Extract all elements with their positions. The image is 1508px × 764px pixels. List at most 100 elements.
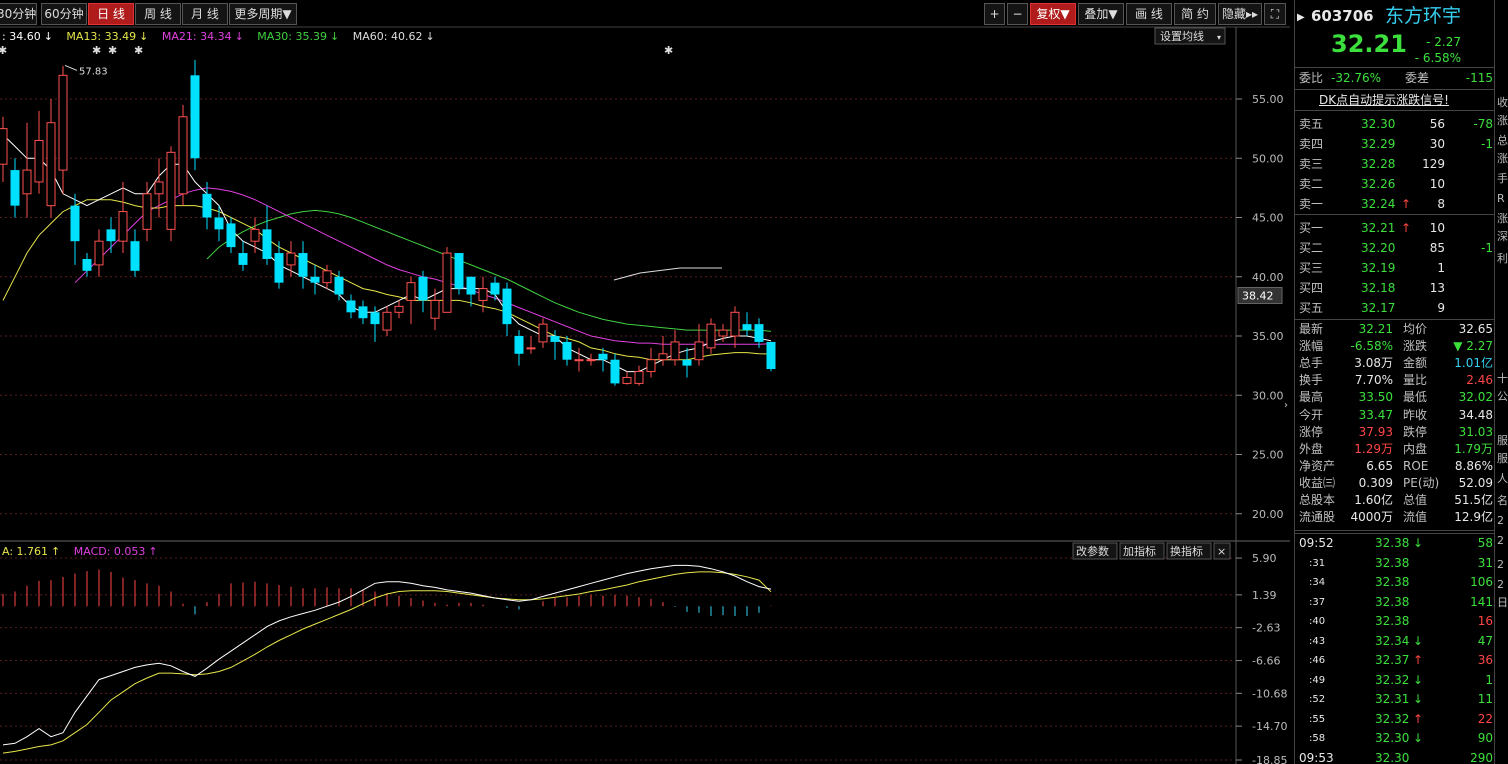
ask-volume: 129	[1422, 157, 1445, 171]
ask-label: 卖四	[1299, 137, 1324, 151]
side-tab-label: 十	[1497, 372, 1508, 385]
stat-label: 净资产	[1299, 458, 1336, 473]
candle	[238, 253, 248, 265]
tick-price: 32.38	[1375, 536, 1410, 550]
stat-value: 6.65	[1366, 458, 1393, 473]
tick-time: :40	[1309, 616, 1326, 627]
stat-label: 涨幅	[1299, 339, 1324, 354]
ma-legend-item: MA21: 34.34	[162, 30, 232, 43]
tick-volume: 1	[1485, 672, 1493, 687]
down-arrow-icon: ↓	[235, 30, 244, 43]
bid-price: 32.18	[1361, 281, 1396, 295]
stat-value: 33.47	[1358, 407, 1393, 422]
tick-price: 32.31	[1375, 692, 1410, 706]
candle	[226, 223, 236, 248]
ask-price: 32.28	[1361, 157, 1396, 171]
candle	[334, 276, 344, 295]
candle	[694, 341, 704, 361]
kline-chart: : 34.60 ↓ MA13: 33.49 ↓ MA21: 34.34 ↓ MA30:…	[0, 26, 1290, 764]
prev-stock-icon[interactable]: ▶	[1297, 8, 1305, 28]
signal-star-icon: ✱	[108, 44, 117, 57]
stat-value: -6.58%	[1350, 339, 1393, 354]
up-arrow-icon: ↑	[148, 545, 157, 558]
bid-label: 买二	[1299, 241, 1324, 255]
tick-volume: 16	[1477, 614, 1493, 628]
candle	[322, 270, 332, 284]
price-axis-label: 30.00	[1252, 389, 1284, 402]
side-tab-label: 公	[1497, 390, 1508, 403]
macd-axis-label: 1.39	[1252, 589, 1277, 602]
price-axis-label: 25.00	[1252, 449, 1284, 462]
down-arrow-icon: ↓	[1413, 536, 1424, 550]
bid-volume: 10	[1429, 221, 1445, 235]
ma-legend-item: : 34.60	[2, 30, 41, 43]
stat-label: 今开	[1299, 407, 1324, 422]
candle	[610, 359, 620, 384]
side-tabs[interactable]: 收涨总涨手R涨深利十公服服人名2222日	[1494, 0, 1508, 764]
candle	[118, 211, 128, 242]
tick-time: :58	[1309, 733, 1326, 744]
bid-label: 买四	[1299, 281, 1324, 295]
stat-label: 外盘	[1299, 441, 1324, 456]
candle	[190, 75, 200, 159]
stat-label: 总股本	[1299, 493, 1336, 507]
stat-label: ROE	[1403, 458, 1429, 473]
candle	[178, 116, 188, 195]
candle	[562, 341, 572, 360]
stat-label: 最低	[1403, 390, 1428, 405]
setting-button[interactable]: 设置均线 ▾	[1154, 27, 1226, 45]
macd-axis-label: -2.63	[1252, 622, 1280, 635]
candle	[262, 229, 272, 259]
candle	[274, 253, 284, 283]
stat-value: 4000万	[1350, 510, 1393, 525]
price-axis-label: 55.00	[1252, 93, 1284, 106]
candle	[34, 139, 44, 183]
ask-price: 32.30	[1361, 117, 1396, 131]
tick-price: 32.32	[1375, 711, 1410, 726]
stat-value: 37.93	[1358, 424, 1393, 439]
tick-time: :43	[1309, 635, 1326, 647]
candle	[82, 258, 92, 271]
candle	[70, 205, 80, 242]
stat-label: 量比	[1403, 373, 1428, 388]
tick-volume: 36	[1477, 653, 1493, 667]
candle	[0, 128, 8, 165]
bid-volume: 13	[1429, 281, 1445, 295]
tick-price: 32.38	[1375, 575, 1410, 589]
macd-axis-label: -14.70	[1252, 720, 1287, 733]
collapse-arrow-icon[interactable]: ›	[1284, 400, 1288, 411]
stat-label: 金额	[1403, 356, 1428, 371]
current-price: 32.21	[1331, 30, 1407, 58]
up-arrow-icon: ↑	[1401, 221, 1412, 235]
side-tab-label: 服	[1497, 452, 1508, 465]
side-tab-label: 2	[1497, 534, 1504, 547]
down-arrow-icon: ↓	[425, 30, 434, 43]
candle	[706, 323, 716, 349]
candle	[634, 371, 644, 384]
stat-label: 换手	[1299, 373, 1324, 388]
candle	[106, 229, 116, 242]
ask-label: 卖二	[1299, 177, 1324, 191]
tick-volume: 58	[1477, 536, 1493, 550]
stock-terminal: 30分钟 60分钟日 线周 线月 线更多周期▼ + − 复权▼ 叠加▼ 画 线简 约隐藏▸…	[0, 0, 1508, 764]
tick-time: :31	[1309, 557, 1326, 569]
side-tab-label: 总	[1497, 134, 1508, 147]
bid-delta: -1	[1481, 241, 1493, 255]
candle	[466, 276, 476, 295]
candle	[514, 336, 524, 354]
stat-label: 流通股	[1299, 510, 1336, 525]
stock-code: 603706	[1311, 7, 1374, 25]
ask-volume: 56	[1429, 117, 1445, 131]
signal-notice[interactable]: DK点自动提示涨跌信号!	[1319, 90, 1449, 110]
ask-volume: 8	[1437, 197, 1445, 211]
candle	[658, 353, 668, 361]
ask-label: 卖五	[1299, 117, 1324, 131]
stat-label: PE(动)	[1403, 475, 1440, 490]
stat-value: 32.65	[1458, 322, 1493, 336]
webi-value: -32.76%	[1331, 71, 1382, 85]
up-arrow-icon: ↑	[1413, 653, 1424, 667]
bid-label: 买三	[1299, 261, 1324, 275]
stat-value: 51.5亿	[1454, 493, 1493, 507]
ma-legend: : 34.60 ↓ MA13: 33.49 ↓ MA21: 34.34 ↓ MA30:…	[2, 30, 435, 43]
macd-legend-item: MACD: 0.053	[74, 545, 146, 558]
